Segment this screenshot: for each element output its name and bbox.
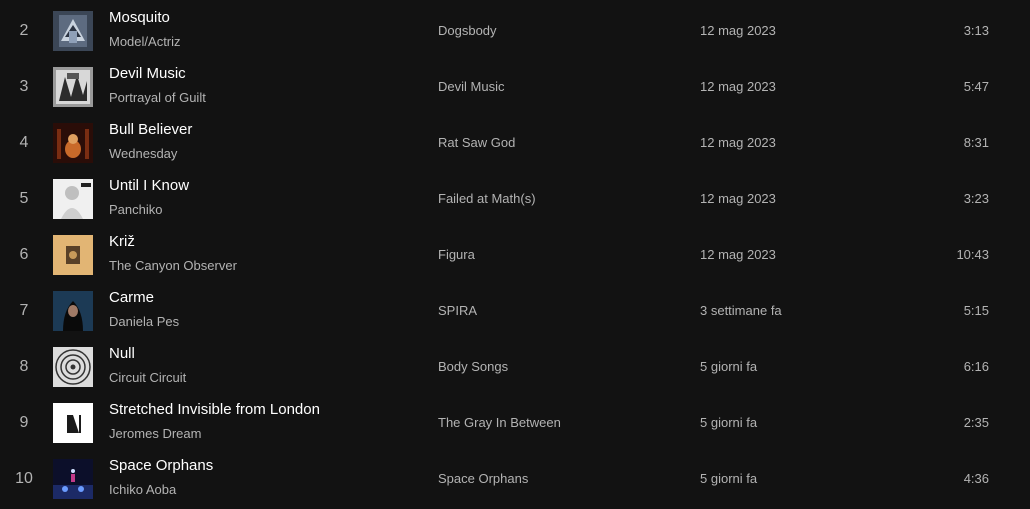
track-album[interactable]: Space Orphans (438, 451, 528, 507)
album-cover-icon[interactable] (53, 459, 93, 499)
album-cover-icon[interactable] (53, 11, 93, 51)
track-duration: 10:43 (956, 247, 989, 262)
track-row[interactable]: 3 Devil Music Portrayal of Guilt Devil M… (0, 59, 1030, 115)
tracklist: 2 Mosquito Model/Actriz Dogsbody 12 mag … (0, 0, 1030, 509)
track-number: 4 (19, 134, 29, 151)
track-duration: 5:15 (963, 303, 989, 318)
track-title[interactable]: Null (109, 345, 135, 362)
album-cover-icon[interactable] (53, 291, 93, 331)
album-cover-icon[interactable] (53, 403, 93, 443)
track-album[interactable]: Figura (438, 227, 475, 283)
track-number: 5 (19, 190, 29, 207)
track-date-added: 12 mag 2023 (700, 247, 776, 262)
track-date-added: 5 giorni fa (700, 415, 758, 430)
track-title[interactable]: Until I Know (109, 177, 189, 194)
track-artist[interactable]: Circuit Circuit (109, 370, 186, 385)
track-date-added: 12 mag 2023 (700, 135, 776, 150)
track-title[interactable]: Bull Believer (109, 121, 192, 138)
track-duration: 3:13 (963, 23, 989, 38)
track-number: 10 (15, 470, 33, 487)
album-cover-icon[interactable] (53, 235, 93, 275)
track-album[interactable]: Failed at Math(s) (438, 171, 536, 227)
track-artist[interactable]: Daniela Pes (109, 314, 179, 329)
track-number: 6 (19, 246, 29, 263)
track-artist[interactable]: Portrayal of Guilt (109, 90, 206, 105)
album-cover-icon[interactable] (53, 179, 93, 219)
track-row[interactable]: 8 Null Circuit Circuit Body Songs 5 gior… (0, 339, 1030, 395)
track-album[interactable]: Rat Saw God (438, 115, 515, 171)
track-date-added: 12 mag 2023 (700, 23, 776, 38)
album-cover-icon[interactable] (53, 347, 93, 387)
track-artist[interactable]: Wednesday (109, 146, 177, 161)
track-row[interactable]: 4 Bull Believer Wednesday Rat Saw God 12… (0, 115, 1030, 171)
track-album[interactable]: Body Songs (438, 339, 508, 395)
track-title[interactable]: Carme (109, 289, 154, 306)
track-row[interactable]: 2 Mosquito Model/Actriz Dogsbody 12 mag … (0, 3, 1030, 59)
track-duration: 3:23 (963, 191, 989, 206)
track-album[interactable]: The Gray In Between (438, 395, 561, 451)
track-artist[interactable]: The Canyon Observer (109, 258, 237, 273)
track-date-added: 12 mag 2023 (700, 79, 776, 94)
track-artist[interactable]: Jeromes Dream (109, 426, 201, 441)
track-date-added: 5 giorni fa (700, 471, 758, 486)
track-title[interactable]: Mosquito (109, 9, 170, 26)
track-album[interactable]: Devil Music (438, 59, 504, 115)
track-artist[interactable]: Ichiko Aoba (109, 482, 176, 497)
track-title[interactable]: Devil Music (109, 65, 186, 82)
track-title[interactable]: Stretched Invisible from London (109, 401, 320, 418)
track-date-added: 12 mag 2023 (700, 191, 776, 206)
track-row[interactable]: 9 Stretched Invisible from London Jerome… (0, 395, 1030, 451)
track-number: 8 (19, 358, 29, 375)
track-date-added: 5 giorni fa (700, 359, 758, 374)
track-duration: 8:31 (963, 135, 989, 150)
track-album[interactable]: SPIRA (438, 283, 477, 339)
album-cover-icon[interactable] (53, 123, 93, 163)
track-number: 7 (19, 302, 29, 319)
track-artist[interactable]: Model/Actriz (109, 34, 181, 49)
track-title[interactable]: Space Orphans (109, 457, 213, 474)
track-row[interactable]: 6 Križ The Canyon Observer Figura 12 mag… (0, 227, 1030, 283)
track-number: 3 (19, 78, 29, 95)
track-number: 9 (19, 414, 29, 431)
track-number: 2 (19, 22, 29, 39)
track-album[interactable]: Dogsbody (438, 3, 497, 59)
track-title[interactable]: Križ (109, 233, 135, 250)
track-duration: 5:47 (963, 79, 989, 94)
track-date-added: 3 settimane fa (700, 303, 782, 318)
track-duration: 2:35 (963, 415, 989, 430)
track-row[interactable]: 10 Space Orphans Ichiko Aoba Space Orpha… (0, 451, 1030, 507)
track-artist[interactable]: Panchiko (109, 202, 162, 217)
album-cover-icon[interactable] (53, 67, 93, 107)
track-row[interactable]: 7 Carme Daniela Pes SPIRA 3 settimane fa… (0, 283, 1030, 339)
track-duration: 6:16 (963, 359, 989, 374)
track-duration: 4:36 (963, 471, 989, 486)
track-row[interactable]: 5 Until I Know Panchiko Failed at Math(s… (0, 171, 1030, 227)
